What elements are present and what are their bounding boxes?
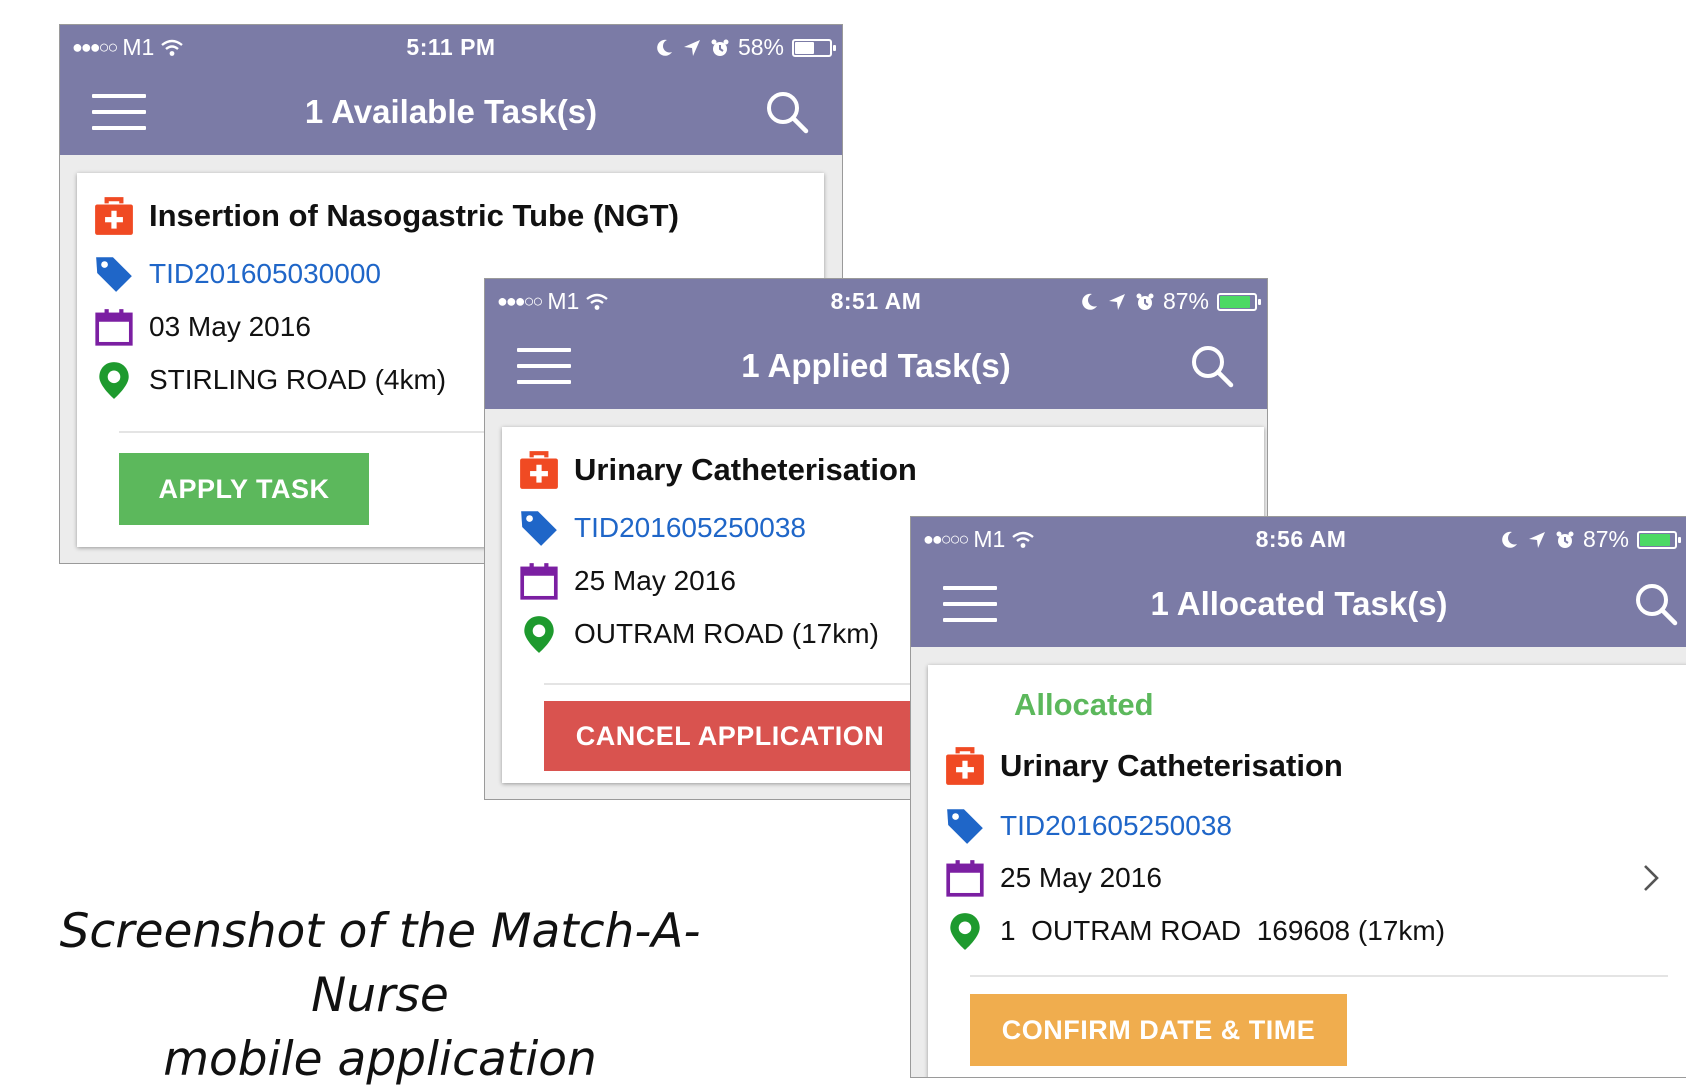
nav-bar: 1 Available Task(s) xyxy=(60,69,842,155)
medical-kit-icon xyxy=(518,449,560,491)
battery-percent: 58% xyxy=(737,34,784,60)
screen-allocated-tasks: ●●○○○ M1 8:56 AM 87% 1 Allocated Task(s)… xyxy=(910,516,1686,1078)
location-arrow-icon xyxy=(1107,292,1127,312)
location-pin-icon xyxy=(518,613,560,655)
battery-icon xyxy=(1217,292,1261,311)
moon-icon xyxy=(1499,530,1519,550)
page-title: 1 Allocated Task(s) xyxy=(1150,585,1448,622)
task-location: OUTRAM ROAD (17km) xyxy=(574,618,879,649)
medical-kit-icon xyxy=(944,745,986,787)
calendar-icon xyxy=(93,306,135,348)
task-card[interactable]: Allocated Urinary Catheterisation TID201… xyxy=(928,665,1686,1077)
divider xyxy=(970,975,1668,977)
task-id: TID201605250038 xyxy=(1000,810,1232,841)
location-pin-icon xyxy=(944,910,986,952)
page-title: 1 Applied Task(s) xyxy=(741,347,1011,384)
moon-icon xyxy=(1079,292,1099,312)
allocated-status-label: Allocated xyxy=(1014,687,1154,722)
apply-task-button[interactable]: APPLY TASK xyxy=(119,453,369,525)
task-date: 25 May 2016 xyxy=(1000,862,1162,893)
cancel-application-button[interactable]: CANCEL APPLICATION xyxy=(544,701,916,771)
nav-bar: 1 Applied Task(s) xyxy=(485,323,1267,409)
task-date: 03 May 2016 xyxy=(149,311,311,342)
battery-percent: 87% xyxy=(1582,526,1629,552)
alarm-icon xyxy=(1555,530,1575,550)
task-location: STIRLING ROAD (4km) xyxy=(149,364,447,395)
battery-percent: 87% xyxy=(1162,288,1209,314)
task-title: Urinary Catheterisation xyxy=(574,452,917,487)
task-title: Insertion of Nasogastric Tube (NGT) xyxy=(149,198,679,233)
task-id: TID201605030000 xyxy=(149,258,381,289)
medical-kit-icon xyxy=(93,195,135,237)
task-location: 1 OUTRAM ROAD 169608 (17km) xyxy=(1000,915,1446,946)
nav-bar: 1 Allocated Task(s) xyxy=(911,561,1686,647)
moon-icon xyxy=(654,38,674,58)
search-icon[interactable] xyxy=(1189,343,1235,389)
calendar-icon xyxy=(518,560,560,602)
alarm-icon xyxy=(710,38,730,58)
calendar-icon xyxy=(944,857,986,899)
tag-icon xyxy=(518,507,560,549)
chevron-right-icon[interactable] xyxy=(1641,863,1661,893)
location-arrow-icon xyxy=(1527,530,1547,550)
location-pin-icon xyxy=(93,359,135,401)
location-arrow-icon xyxy=(682,38,702,58)
tag-icon xyxy=(93,253,135,295)
caption-line-1: Screenshot of the Match-A-Nurse xyxy=(59,904,701,1023)
task-title: Urinary Catheterisation xyxy=(1000,748,1343,783)
confirm-date-time-button[interactable]: CONFIRM DATE & TIME xyxy=(970,994,1347,1066)
tag-icon xyxy=(944,805,986,847)
status-bar: ●●●○○ M1 8:51 AM 87% xyxy=(485,279,1267,323)
search-icon[interactable] xyxy=(764,89,810,135)
task-date: 25 May 2016 xyxy=(574,565,736,596)
alarm-icon xyxy=(1135,292,1155,312)
battery-icon xyxy=(1637,530,1681,549)
task-id: TID201605250038 xyxy=(574,512,806,543)
status-bar: ●●●○○ M1 5:11 PM 58% xyxy=(60,25,842,69)
battery-icon xyxy=(792,38,836,57)
caption-line-2: mobile application xyxy=(163,1032,597,1087)
page-title: 1 Available Task(s) xyxy=(304,93,598,130)
search-icon[interactable] xyxy=(1633,581,1679,627)
figure-caption: Screenshot of the Match-A-Nurse mobile a… xyxy=(0,900,760,1092)
status-bar: ●●○○○ M1 8:56 AM 87% xyxy=(911,517,1686,561)
